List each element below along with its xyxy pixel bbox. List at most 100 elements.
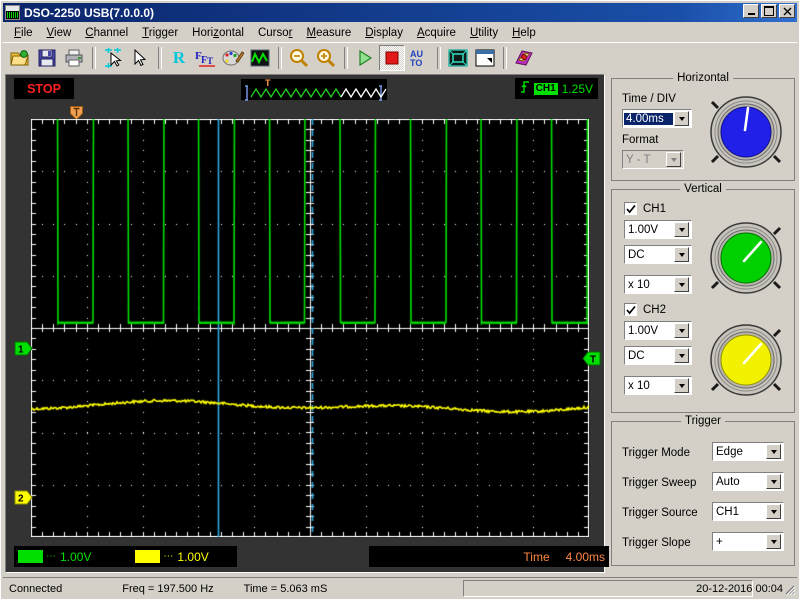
- chevron-down-icon[interactable]: [674, 378, 689, 393]
- fft-icon[interactable]: F F T: [193, 45, 219, 71]
- svg-text:1: 1: [18, 345, 24, 356]
- trigger-slope-label: Trigger Slope: [622, 537, 691, 549]
- toolbar-separator: [278, 46, 282, 69]
- vertical-group-legend: Vertical: [680, 183, 726, 195]
- chevron-down-icon[interactable]: [766, 534, 781, 549]
- datetime-text: 20-12-2016 00:04: [696, 582, 783, 595]
- scope-status-row: STOP T CH1 1.25V: [9, 78, 601, 101]
- rising-edge-icon: [520, 80, 530, 97]
- chevron-down-icon[interactable]: [674, 222, 689, 237]
- trigger-sweep-value: Auto: [716, 475, 740, 488]
- ch1-enable-checkbox[interactable]: [624, 202, 637, 215]
- menu-horizontal[interactable]: Horizontal: [185, 25, 251, 41]
- time-readout-status: Time = 5.063 mS: [243, 582, 328, 595]
- zoom-in-icon[interactable]: [313, 45, 339, 71]
- trigger-sweep-select[interactable]: Auto: [712, 472, 784, 491]
- time-div-select[interactable]: 4.00ms: [622, 109, 692, 128]
- menu-file[interactable]: FFileile: [7, 25, 40, 41]
- ch2-volts-div-select[interactable]: 1.00V: [624, 321, 692, 340]
- minimize-button[interactable]: [743, 4, 759, 18]
- close-button[interactable]: [779, 4, 795, 18]
- reference-waveform-icon[interactable]: R: [166, 45, 192, 71]
- menu-cursor[interactable]: Cursor: [251, 25, 300, 41]
- ch2-probe-value: x 10: [628, 379, 650, 392]
- waveform-graticule[interactable]: [31, 119, 589, 537]
- ch1-tag: CH1: [18, 550, 44, 563]
- save-file-icon[interactable]: [34, 45, 60, 71]
- menu-acquire[interactable]: Acquire: [410, 25, 463, 41]
- menu-view[interactable]: View: [40, 25, 79, 41]
- waveform-math-icon[interactable]: [247, 45, 273, 71]
- trigger-level-marker[interactable]: T: [581, 351, 601, 366]
- maximize-button[interactable]: [761, 4, 777, 18]
- ch1-position-knob[interactable]: [704, 216, 788, 300]
- color-palette-icon[interactable]: [220, 45, 246, 71]
- help-book-icon[interactable]: [511, 45, 537, 71]
- menu-channel[interactable]: Channel: [78, 25, 135, 41]
- format-value: Y - T: [626, 153, 651, 166]
- trigger-slope-select[interactable]: +: [712, 532, 784, 551]
- trigger-readout: CH1 1.25V: [514, 78, 598, 99]
- trigger-position-pointer[interactable]: [70, 106, 83, 121]
- print-icon[interactable]: [61, 45, 87, 71]
- chevron-down-icon[interactable]: [666, 152, 681, 167]
- connection-status: Connected: [9, 582, 63, 595]
- run-status-text: STOP: [27, 81, 61, 96]
- chevron-down-icon[interactable]: [766, 474, 781, 489]
- chevron-down-icon[interactable]: [674, 348, 689, 363]
- time-value: 4.00ms: [565, 549, 605, 564]
- scope-bottom-readouts: CH1 ⋯ 1.00V CH2 ⋯ 1.00V Time 4.00ms: [9, 546, 609, 568]
- ch2-coupling-select[interactable]: DC: [624, 346, 692, 365]
- status-bar: Connected Freq = 197.500 Hz Time = 5.063…: [3, 577, 797, 597]
- ch2-label: CH2: [643, 303, 667, 316]
- toolbar-separator: [92, 46, 96, 69]
- menu-bar: FFileile View Channel Trigger Horizontal…: [3, 24, 797, 42]
- cursor-crosshair-icon[interactable]: [100, 45, 126, 71]
- ch2-volts-div-value: 1.00V: [628, 324, 659, 337]
- ch1-volts-div-select[interactable]: 1.00V: [624, 220, 692, 239]
- ch1-coupling-select[interactable]: DC: [624, 245, 692, 264]
- svg-text:TO: TO: [410, 58, 422, 68]
- auto-set-icon[interactable]: AU TO: [406, 45, 432, 71]
- trigger-level-value: 1.25V: [561, 81, 593, 96]
- zoom-out-icon[interactable]: [286, 45, 312, 71]
- ch1-volts-div: 1.00V: [60, 549, 92, 564]
- menu-trigger[interactable]: Trigger: [135, 25, 185, 41]
- ch2-enable-row[interactable]: CH2: [624, 303, 666, 316]
- chevron-down-icon[interactable]: [766, 504, 781, 519]
- ch2-probe-select[interactable]: x 10: [624, 376, 692, 395]
- chevron-down-icon[interactable]: [674, 323, 689, 338]
- run-play-icon[interactable]: [352, 45, 378, 71]
- trigger-source-select[interactable]: CH1: [712, 502, 784, 521]
- toolbar: R F F T AU TO: [3, 42, 797, 72]
- ch1-ground-marker[interactable]: 1: [14, 341, 34, 356]
- pointer-arrow-icon[interactable]: [127, 45, 153, 71]
- window-layout-icon[interactable]: [472, 45, 498, 71]
- ch1-enable-row[interactable]: CH1: [624, 202, 666, 215]
- svg-text:T: T: [207, 56, 213, 66]
- menu-display[interactable]: Display: [358, 25, 410, 41]
- trigger-mode-select[interactable]: Edge: [712, 442, 784, 461]
- ch1-probe-select[interactable]: x 10: [624, 275, 692, 294]
- chevron-down-icon[interactable]: [674, 277, 689, 292]
- ch1-volts-div-value: 1.00V: [628, 223, 659, 236]
- menu-measure[interactable]: Measure: [299, 25, 358, 41]
- menu-utility[interactable]: Utility: [463, 25, 505, 41]
- fit-screen-icon[interactable]: [445, 45, 471, 71]
- menu-help[interactable]: Help: [505, 25, 543, 41]
- chevron-down-icon[interactable]: [674, 111, 689, 126]
- resize-grip[interactable]: [782, 582, 796, 596]
- ch2-enable-checkbox[interactable]: [624, 303, 637, 316]
- time-label: Time: [523, 549, 550, 564]
- stop-square-icon[interactable]: [379, 44, 405, 71]
- ch2-position-knob[interactable]: [704, 318, 788, 402]
- channel-readouts: CH1 ⋯ 1.00V CH2 ⋯ 1.00V: [14, 546, 237, 567]
- chevron-down-icon[interactable]: [766, 444, 781, 459]
- trigger-position-preview[interactable]: T: [241, 78, 387, 101]
- chevron-down-icon[interactable]: [674, 247, 689, 262]
- format-select[interactable]: Y - T: [622, 150, 684, 169]
- horizontal-position-knob[interactable]: [704, 90, 788, 174]
- trigger-mode-value: Edge: [716, 445, 743, 458]
- open-file-icon[interactable]: [7, 45, 33, 71]
- ch2-ground-marker[interactable]: 2: [14, 490, 34, 505]
